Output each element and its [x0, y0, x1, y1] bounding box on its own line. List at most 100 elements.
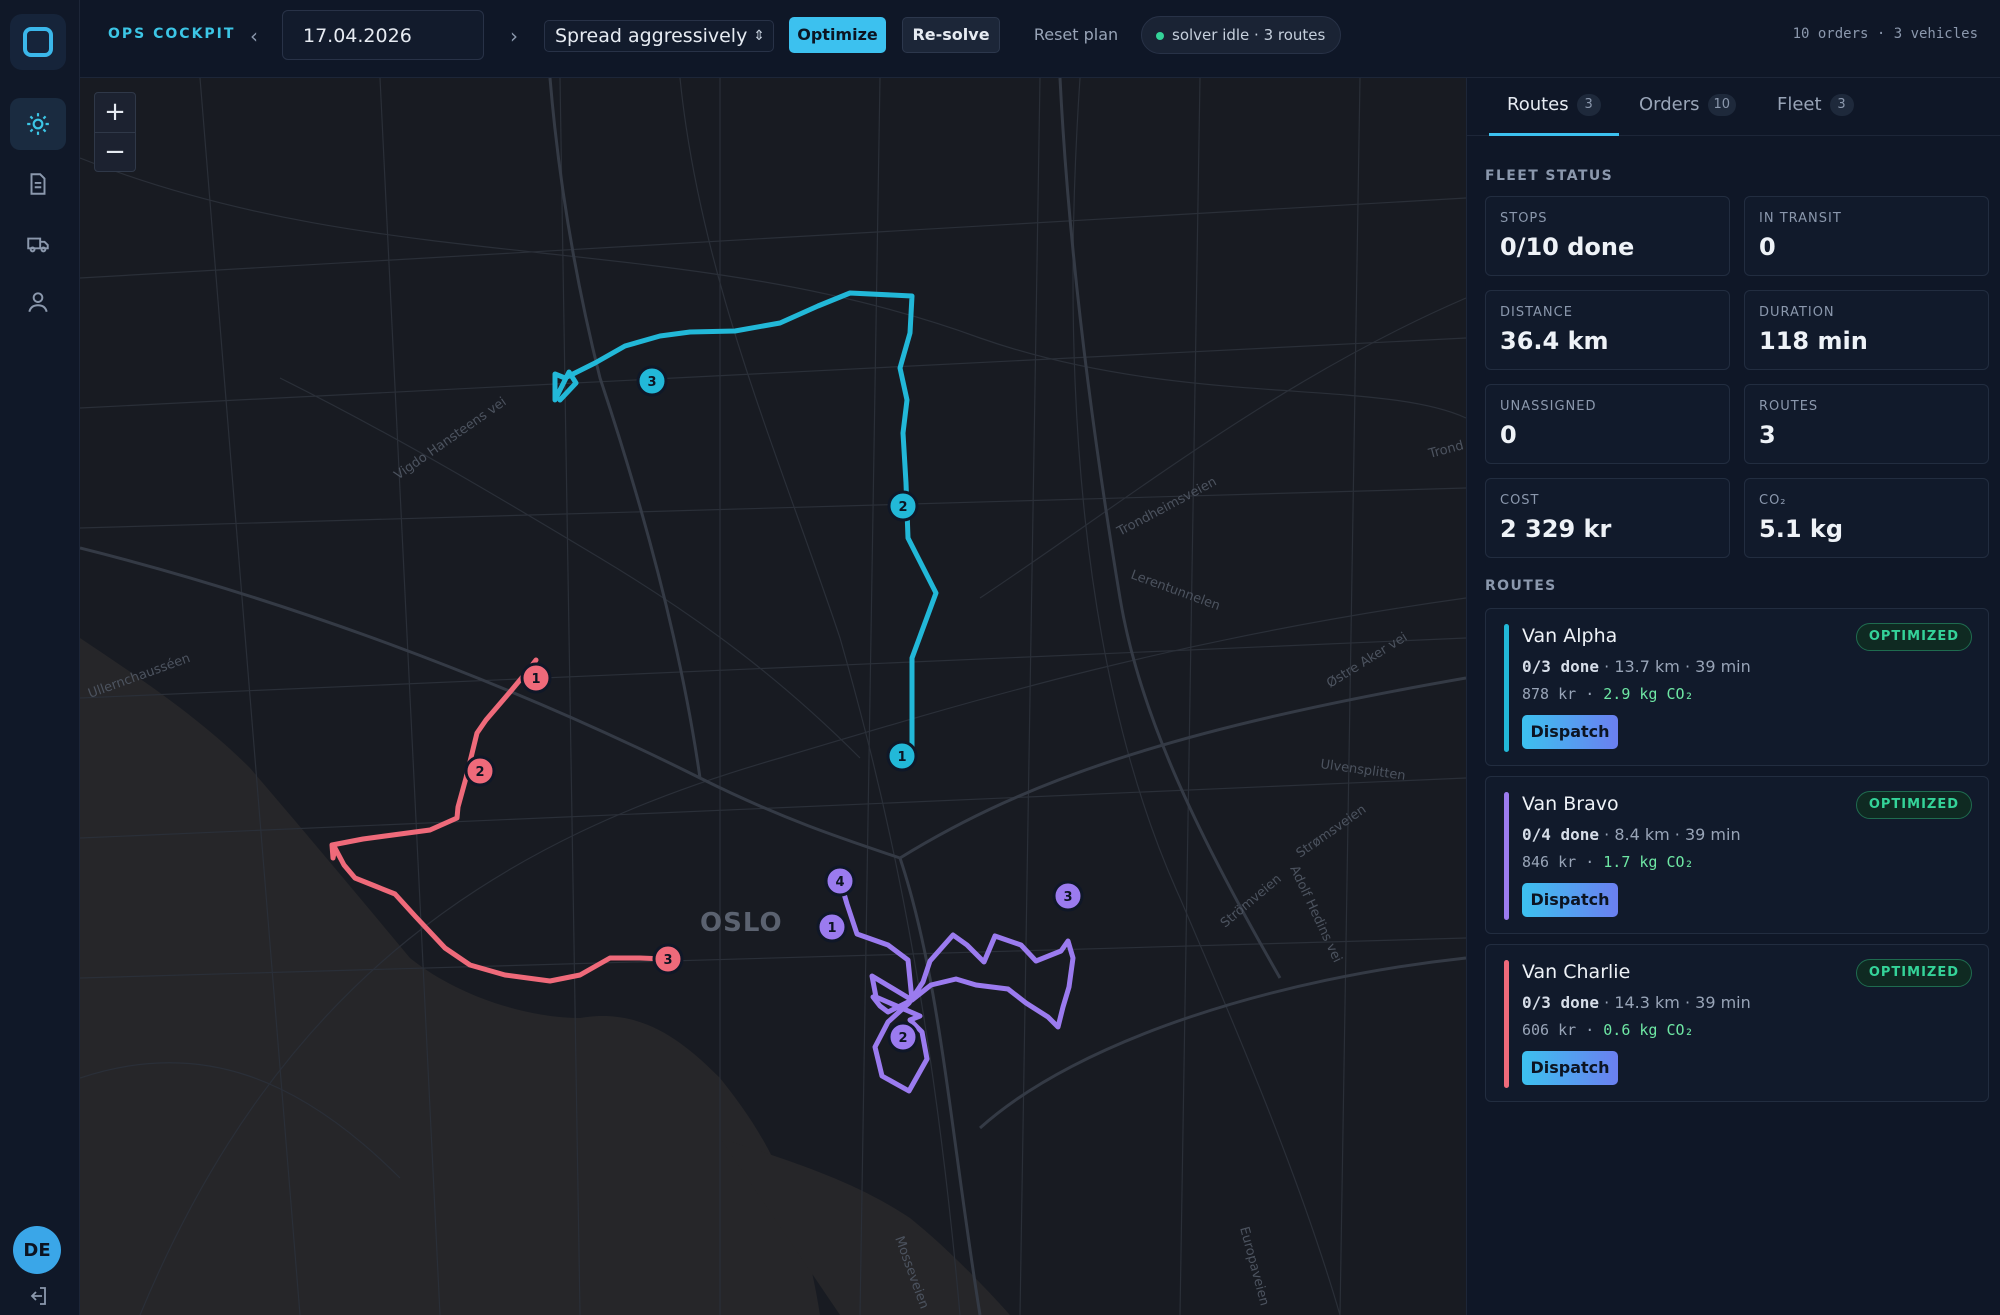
- status-badge: OPTIMIZED: [1855, 791, 1972, 819]
- route-map[interactable]: Ullernchausséen Vigdo Hansteens vei Tron…: [80, 78, 1466, 1315]
- logo-icon: [23, 27, 53, 57]
- left-rail: DE: [0, 0, 80, 1315]
- stop-label-bravo-2: 2: [898, 1031, 907, 1046]
- fleet-status-title: FLEET STATUS: [1485, 168, 1614, 184]
- stop-label-bravo-3: 3: [1063, 890, 1072, 905]
- route-co2: 1.7 kg CO₂: [1603, 853, 1694, 871]
- resolve-button[interactable]: Re-solve: [902, 17, 1000, 53]
- stat-label: DISTANCE: [1500, 305, 1573, 320]
- stat-card: ROUTES 3: [1744, 384, 1989, 464]
- zoom-out-button[interactable]: −: [95, 133, 135, 173]
- route-card-alpha[interactable]: Van Alpha OPTIMIZED 0/3 done · 13.7 km ·…: [1485, 608, 1989, 766]
- route-progress: 0/4 done · 8.4 km · 39 min: [1522, 825, 1741, 844]
- route-co2: 2.9 kg CO₂: [1603, 685, 1694, 703]
- city-label: OSLO: [700, 908, 783, 938]
- rail-routing[interactable]: [10, 98, 66, 150]
- solver-status: solver idle · 3 routes: [1141, 16, 1341, 54]
- stop-label-alpha-2: 2: [898, 500, 907, 515]
- next-date-button[interactable]: ›: [502, 22, 526, 50]
- orders-summary: 10 orders · 3 vehicles: [1792, 26, 1978, 42]
- route-name: Van Bravo: [1522, 793, 1619, 815]
- street-label: Ulvensplitten: [1319, 757, 1406, 784]
- route-color-bar: [1504, 792, 1509, 920]
- route-card-charlie[interactable]: Van Charlie OPTIMIZED 0/3 done · 14.3 km…: [1485, 944, 1989, 1102]
- street-label: Østre Aker vei: [1324, 630, 1410, 691]
- stat-label: STOPS: [1500, 211, 1548, 226]
- stat-label: ROUTES: [1759, 399, 1819, 414]
- route-cost: 878 kr: [1522, 685, 1577, 703]
- prev-date-button[interactable]: ‹: [242, 22, 266, 50]
- strategy-value: Spread aggressively: [555, 25, 748, 47]
- brand-title: OPS COCKPIT: [108, 26, 236, 42]
- tab-fleet[interactable]: Fleet 3: [1777, 94, 1877, 136]
- zoom-in-button[interactable]: +: [95, 93, 135, 133]
- route-card-bravo[interactable]: Van Bravo OPTIMIZED 0/4 done · 8.4 km · …: [1485, 776, 1989, 934]
- route-line-alpha[interactable]: [552, 290, 939, 759]
- date-input[interactable]: 17.04.2026: [282, 10, 484, 60]
- avatar[interactable]: DE: [13, 1226, 61, 1274]
- stat-value: 36.4 km: [1500, 327, 1609, 355]
- street-label: Trond: [1426, 438, 1465, 462]
- status-dot-icon: [1156, 32, 1164, 40]
- street-label: Adolf Hedins vei: [1286, 863, 1344, 965]
- logout-icon[interactable]: [26, 1284, 50, 1308]
- tab-count-badge: 3: [1829, 94, 1854, 116]
- stat-value: 0: [1500, 421, 1517, 449]
- side-panel: Routes 3 Orders 10 Fleet 3 FLEET STATUS STO…: [1466, 78, 2000, 1315]
- route-line-bravo[interactable]: [837, 877, 1076, 1094]
- dispatch-button[interactable]: Dispatch: [1522, 1051, 1618, 1085]
- stop-label-bravo-4: 4: [835, 875, 844, 890]
- app-root: DE OPS COCKPIT ‹ 17.04.2026 › Spread agg…: [0, 0, 2000, 1315]
- tab-label: Routes: [1507, 94, 1569, 115]
- panel-tabs: Routes 3 Orders 10 Fleet 3: [1467, 78, 2000, 136]
- route-cost-line: 606 kr · 0.6 kg CO₂: [1522, 1021, 1694, 1039]
- truck-icon: [27, 237, 49, 253]
- stop-label-charlie-3: 3: [663, 953, 672, 968]
- stat-card: CO₂ 5.1 kg: [1744, 478, 1989, 558]
- stop-label-charlie-2: 2: [475, 765, 484, 780]
- reset-plan-button[interactable]: Reset plan: [1016, 17, 1136, 53]
- street-label: Europaveien: [1236, 1225, 1272, 1307]
- optimize-button[interactable]: Optimize: [789, 17, 886, 53]
- stat-label: IN TRANSIT: [1759, 211, 1842, 226]
- tab-count-badge: 10: [1707, 94, 1737, 116]
- route-cost-line: 878 kr · 2.9 kg CO₂: [1522, 685, 1694, 703]
- tab-orders[interactable]: Orders 10: [1639, 94, 1759, 136]
- stat-card: COST 2 329 kr: [1485, 478, 1730, 558]
- tab-routes[interactable]: Routes 3: [1489, 94, 1619, 136]
- route-done: 0/4 done: [1522, 825, 1600, 844]
- map-canvas[interactable]: Ullernchausséen Vigdo Hansteens vei Tron…: [80, 78, 1466, 1315]
- route-co2: 0.6 kg CO₂: [1603, 1021, 1694, 1039]
- route-progress: 0/3 done · 13.7 km · 39 min: [1522, 657, 1751, 676]
- solver-status-text: solver idle · 3 routes: [1172, 26, 1326, 44]
- tab-label: Orders: [1639, 94, 1700, 115]
- route-meta: · 14.3 km · 39 min: [1599, 993, 1751, 1012]
- zoom-controls: + −: [94, 92, 136, 172]
- route-color-bar: [1504, 960, 1509, 1088]
- street-label: Trondheimsveien: [1114, 474, 1219, 540]
- sun-icon: [27, 113, 49, 135]
- rail-users[interactable]: [10, 276, 66, 328]
- strategy-select[interactable]: Spread aggressively ⇕: [544, 20, 774, 52]
- user-icon: [28, 292, 48, 313]
- app-logo[interactable]: [10, 14, 66, 70]
- dispatch-button[interactable]: Dispatch: [1522, 883, 1618, 917]
- rail-orders[interactable]: [10, 158, 66, 210]
- dispatch-button[interactable]: Dispatch: [1522, 715, 1618, 749]
- status-badge: OPTIMIZED: [1855, 959, 1972, 987]
- stat-card: DURATION 118 min: [1744, 290, 1989, 370]
- route-meta: · 8.4 km · 39 min: [1599, 825, 1741, 844]
- stat-label: DURATION: [1759, 305, 1835, 320]
- stop-label-charlie-1: 1: [531, 672, 540, 687]
- top-bar: OPS COCKPIT ‹ 17.04.2026 › Spread aggres…: [80, 0, 2000, 78]
- stat-card: IN TRANSIT 0: [1744, 196, 1989, 276]
- stops-alpha: 1 2 3: [636, 365, 919, 772]
- route-color-bar: [1504, 624, 1509, 752]
- rail-fleet[interactable]: [10, 218, 66, 270]
- street-label: Strømsveien: [1294, 802, 1369, 861]
- stat-value: 2 329 kr: [1500, 515, 1612, 543]
- route-name: Van Alpha: [1522, 625, 1618, 647]
- route-meta: · 13.7 km · 39 min: [1599, 657, 1751, 676]
- stat-value: 0/10 done: [1500, 233, 1635, 261]
- stat-card: DISTANCE 36.4 km: [1485, 290, 1730, 370]
